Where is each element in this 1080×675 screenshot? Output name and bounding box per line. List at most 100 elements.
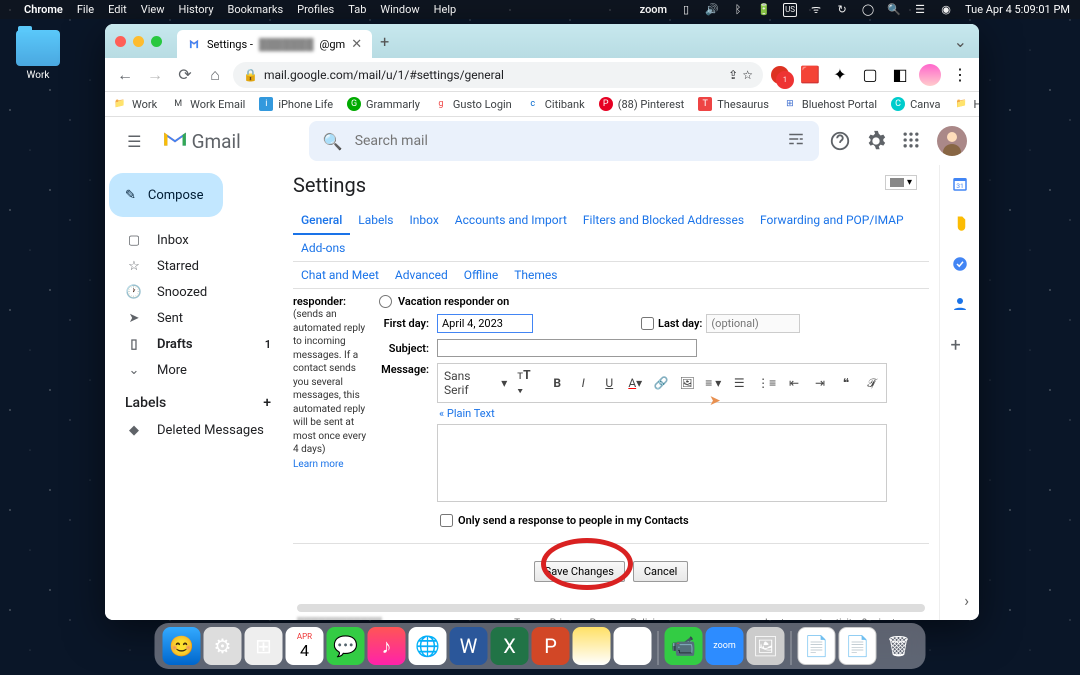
menu-file[interactable]: File	[77, 3, 94, 16]
image-icon[interactable]: 🖼	[679, 376, 695, 390]
extension-rec-icon[interactable]: 🟥	[799, 64, 821, 86]
expand-panel-icon[interactable]: ›	[964, 591, 969, 610]
contacts-icon[interactable]	[951, 295, 969, 313]
bookmark-grammarly[interactable]: GGrammarly	[347, 97, 420, 111]
menu-app[interactable]: Chrome	[24, 3, 63, 16]
menu-bookmarks[interactable]: Bookmarks	[228, 3, 284, 16]
sync-icon[interactable]: ↻	[835, 3, 849, 17]
add-label-icon[interactable]: +	[263, 395, 271, 411]
sidepanel-icon[interactable]: ◧	[889, 64, 911, 86]
sidebar-starred[interactable]: ☆Starred	[105, 253, 287, 279]
desktop-folder-work[interactable]: Work	[16, 30, 60, 81]
battery-icon[interactable]: 🔋	[757, 3, 771, 17]
italic-icon[interactable]: I	[575, 376, 591, 390]
share-icon[interactable]: ⇪	[728, 68, 738, 82]
phone-icon[interactable]: ▯	[679, 3, 693, 17]
account-avatar[interactable]	[937, 126, 967, 156]
last-day-input[interactable]	[706, 314, 800, 333]
plain-text-link[interactable]: « Plain Text	[437, 403, 887, 424]
bookmark-gusto[interactable]: gGusto Login	[434, 97, 512, 111]
tab-general[interactable]: General	[293, 207, 350, 235]
bookmark-bluehost[interactable]: ⊞Bluehost Portal	[783, 97, 877, 111]
dock-trash[interactable]: 🗑	[880, 627, 918, 665]
wifi-icon[interactable]: ᯤ	[809, 3, 823, 17]
tasks-icon[interactable]	[951, 255, 969, 273]
menu-profiles[interactable]: Profiles	[297, 3, 334, 16]
dock-finder[interactable]: 😊	[163, 627, 201, 665]
dock-notes[interactable]	[573, 627, 611, 665]
tab-filters[interactable]: Filters and Blocked Addresses	[575, 207, 752, 235]
font-size-icon[interactable]: т𝐓 ▾	[517, 368, 539, 398]
learn-more-link[interactable]: Learn more	[293, 459, 344, 470]
text-color-icon[interactable]: A ▾	[627, 376, 643, 390]
extensions-puzzle-icon[interactable]: ✦	[829, 64, 851, 86]
tab-themes[interactable]: Themes	[506, 262, 565, 288]
sidebar-more[interactable]: ⌄More	[105, 357, 287, 383]
close-window-button[interactable]	[115, 36, 126, 47]
sidebar-snoozed[interactable]: 🕐Snoozed	[105, 279, 287, 305]
dock-powerpoint[interactable]: P	[532, 627, 570, 665]
dock-word[interactable]: W	[450, 627, 488, 665]
dock-file1[interactable]: 📄	[798, 627, 836, 665]
tab-labels[interactable]: Labels	[350, 207, 401, 235]
link-icon[interactable]: 🔗	[653, 376, 669, 390]
close-tab-icon[interactable]: ✕	[351, 37, 362, 52]
menu-edit[interactable]: Edit	[108, 3, 127, 16]
save-changes-button[interactable]: Save Changes	[534, 561, 625, 582]
address-bar[interactable]: 🔒 mail.google.com/mail/u/1/#settings/gen…	[233, 62, 763, 88]
back-button[interactable]: ←	[113, 63, 137, 87]
reload-button[interactable]: ⟳	[173, 63, 197, 87]
minimize-window-button[interactable]	[133, 36, 144, 47]
dock-excel[interactable]: X	[491, 627, 529, 665]
user-icon[interactable]: ◯	[861, 3, 875, 17]
bookmark-iphone-life[interactable]: iiPhone Life	[259, 97, 333, 111]
dock-chrome[interactable]: 🌐	[409, 627, 447, 665]
keep-icon[interactable]	[951, 215, 969, 233]
font-family-select[interactable]: Sans Serif ▾	[444, 369, 507, 397]
gmail-logo[interactable]: Gmail	[162, 128, 241, 154]
tab-inbox[interactable]: Inbox	[401, 207, 446, 235]
dock-file2[interactable]: 📄	[839, 627, 877, 665]
profile-avatar-icon[interactable]	[919, 64, 941, 86]
new-tab-button[interactable]: +	[380, 32, 389, 51]
extension-lastpass-icon[interactable]: 1	[769, 64, 791, 86]
tab-overflow-icon[interactable]: ⌄	[954, 32, 967, 51]
tab-offline[interactable]: Offline	[456, 262, 506, 288]
bold-icon[interactable]: B	[549, 376, 565, 390]
remove-format-icon[interactable]: 𝒯̷	[864, 376, 880, 391]
cancel-button[interactable]: Cancel	[633, 561, 688, 582]
tab-accounts[interactable]: Accounts and Import	[447, 207, 575, 235]
dock-calendar[interactable]: APR4	[286, 627, 324, 665]
sidebar-inbox[interactable]: ▢Inbox	[105, 227, 287, 253]
dock-settings[interactable]: ⚙	[204, 627, 242, 665]
lock-icon[interactable]: 🔒	[243, 68, 258, 82]
indent-less-icon[interactable]: ⇤	[786, 376, 802, 390]
compose-button[interactable]: ✎ Compose	[109, 173, 223, 217]
menu-window[interactable]: Window	[380, 3, 419, 16]
sidebar-label-deleted[interactable]: ◆Deleted Messages	[105, 417, 287, 443]
indent-more-icon[interactable]: ⇥	[812, 376, 828, 390]
first-day-input[interactable]	[437, 314, 533, 333]
bullet-list-icon[interactable]: ⋮≡	[757, 376, 776, 390]
bluetooth-icon[interactable]: ᛒ	[731, 3, 745, 17]
bookmark-thesaurus[interactable]: TThesaurus	[698, 97, 769, 111]
dock-music[interactable]: ♪	[368, 627, 406, 665]
menubar-datetime[interactable]: Tue Apr 4 5:09:01 PM	[965, 3, 1070, 16]
bookmark-hidden-gems[interactable]: 📁Hidden Gems	[955, 97, 979, 111]
align-icon[interactable]: ≡ ▾	[705, 376, 721, 390]
control-center-icon[interactable]: ☰	[913, 3, 927, 17]
menu-history[interactable]: History	[179, 3, 214, 16]
bookmark-work[interactable]: 📁Work	[113, 97, 157, 111]
home-button[interactable]: ⌂	[203, 63, 227, 87]
quote-icon[interactable]: ❝	[838, 376, 854, 390]
sidebar-sent[interactable]: ➤Sent	[105, 305, 287, 331]
bookmark-pinterest[interactable]: P(88) Pinterest	[599, 97, 685, 111]
bookmark-canva[interactable]: CCanva	[891, 97, 940, 111]
last-day-checkbox[interactable]	[641, 317, 654, 330]
subject-input[interactable]	[437, 339, 697, 357]
tab-advanced[interactable]: Advanced	[387, 262, 456, 288]
menu-tab[interactable]: Tab	[348, 3, 366, 16]
dock-zoom[interactable]: zoom	[706, 627, 744, 665]
chrome-menu-icon[interactable]: ⋮	[949, 64, 971, 86]
underline-icon[interactable]: U	[601, 376, 617, 390]
